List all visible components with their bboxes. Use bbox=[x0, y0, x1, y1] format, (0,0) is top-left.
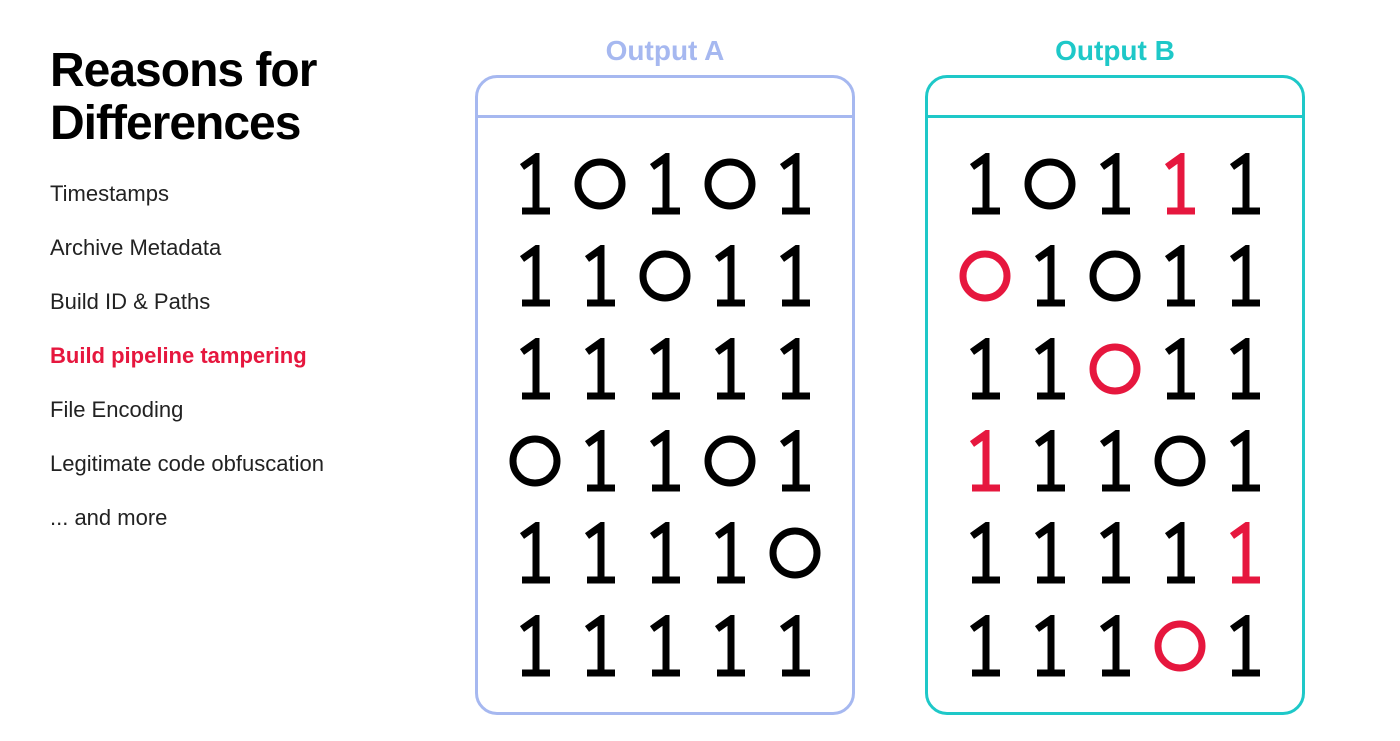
reason-item: Build pipeline tampering bbox=[50, 343, 430, 369]
bit-zero-icon bbox=[701, 425, 759, 497]
bit-one-icon bbox=[1216, 517, 1274, 589]
bit-one-icon bbox=[571, 610, 629, 682]
bit-one-icon bbox=[956, 425, 1014, 497]
bit-one-icon bbox=[506, 333, 564, 405]
bit-zero-icon bbox=[956, 240, 1014, 312]
title-line-2: Differences bbox=[50, 97, 300, 150]
bit-one-icon bbox=[701, 517, 759, 589]
bit-one-icon bbox=[506, 148, 564, 220]
binary-row bbox=[506, 600, 824, 692]
binary-row bbox=[506, 323, 824, 415]
bit-one-icon bbox=[571, 517, 629, 589]
reason-item: Build ID & Paths bbox=[50, 289, 430, 315]
bit-one-icon bbox=[766, 240, 824, 312]
bit-one-icon bbox=[1086, 610, 1144, 682]
bit-one-icon bbox=[1021, 333, 1079, 405]
bit-zero-icon bbox=[506, 425, 564, 497]
bit-one-icon bbox=[766, 148, 824, 220]
output-column: Output A bbox=[475, 35, 855, 715]
bit-one-icon bbox=[636, 610, 694, 682]
output-label: Output A bbox=[606, 35, 725, 67]
left-panel: Reasons for Differences Timestamps Archiv… bbox=[50, 35, 430, 706]
bit-one-icon bbox=[1151, 148, 1209, 220]
bit-one-icon bbox=[1216, 425, 1274, 497]
bit-one-icon bbox=[766, 425, 824, 497]
bit-one-icon bbox=[506, 240, 564, 312]
output-card bbox=[475, 75, 855, 715]
page-title: Reasons for Differences bbox=[50, 45, 430, 151]
bit-one-icon bbox=[766, 610, 824, 682]
bit-one-icon bbox=[1216, 240, 1274, 312]
bit-zero-icon bbox=[636, 240, 694, 312]
binary-grid bbox=[478, 118, 852, 712]
bit-one-icon bbox=[571, 425, 629, 497]
binary-grid bbox=[928, 118, 1302, 712]
binary-row bbox=[506, 138, 824, 230]
reason-item: Timestamps bbox=[50, 181, 430, 207]
binary-row bbox=[956, 600, 1274, 692]
bit-one-icon bbox=[1151, 240, 1209, 312]
bit-zero-icon bbox=[701, 148, 759, 220]
reason-item: Archive Metadata bbox=[50, 235, 430, 261]
outputs-panel: Output A bbox=[430, 35, 1350, 706]
bit-one-icon bbox=[1151, 333, 1209, 405]
bit-zero-icon bbox=[571, 148, 629, 220]
bit-zero-icon bbox=[1151, 425, 1209, 497]
bit-one-icon bbox=[956, 333, 1014, 405]
bit-one-icon bbox=[636, 148, 694, 220]
output-label: Output B bbox=[1055, 35, 1175, 67]
bit-one-icon bbox=[701, 240, 759, 312]
bit-one-icon bbox=[1086, 425, 1144, 497]
bit-one-icon bbox=[1086, 148, 1144, 220]
reason-item: File Encoding bbox=[50, 397, 430, 423]
binary-row bbox=[956, 323, 1274, 415]
reason-item: Legitimate code obfuscation bbox=[50, 451, 430, 477]
output-column: Output B bbox=[925, 35, 1305, 715]
bit-one-icon bbox=[571, 240, 629, 312]
bit-one-icon bbox=[956, 148, 1014, 220]
bit-one-icon bbox=[1021, 425, 1079, 497]
bit-one-icon bbox=[1216, 333, 1274, 405]
bit-one-icon bbox=[1216, 148, 1274, 220]
bit-one-icon bbox=[636, 425, 694, 497]
bit-one-icon bbox=[1086, 517, 1144, 589]
bit-zero-icon bbox=[1151, 610, 1209, 682]
bit-one-icon bbox=[506, 517, 564, 589]
output-card bbox=[925, 75, 1305, 715]
card-header-bar bbox=[928, 78, 1302, 118]
binary-row bbox=[956, 507, 1274, 599]
bit-one-icon bbox=[956, 517, 1014, 589]
bit-zero-icon bbox=[1086, 240, 1144, 312]
bit-one-icon bbox=[506, 610, 564, 682]
bit-zero-icon bbox=[1021, 148, 1079, 220]
binary-row bbox=[956, 230, 1274, 322]
bit-one-icon bbox=[1021, 517, 1079, 589]
bit-one-icon bbox=[1021, 240, 1079, 312]
bit-one-icon bbox=[1021, 610, 1079, 682]
binary-row bbox=[956, 415, 1274, 507]
bit-one-icon bbox=[701, 333, 759, 405]
binary-row bbox=[506, 230, 824, 322]
bit-one-icon bbox=[636, 333, 694, 405]
bit-one-icon bbox=[956, 610, 1014, 682]
binary-row bbox=[956, 138, 1274, 230]
title-line-1: Reasons for bbox=[50, 44, 316, 97]
bit-one-icon bbox=[571, 333, 629, 405]
binary-row bbox=[506, 507, 824, 599]
bit-one-icon bbox=[636, 517, 694, 589]
bit-one-icon bbox=[766, 333, 824, 405]
bit-zero-icon bbox=[1086, 333, 1144, 405]
bit-one-icon bbox=[1216, 610, 1274, 682]
reasons-list: Timestamps Archive Metadata Build ID & Pat… bbox=[50, 181, 430, 531]
card-header-bar bbox=[478, 78, 852, 118]
reason-item: ... and more bbox=[50, 505, 430, 531]
bit-one-icon bbox=[1151, 517, 1209, 589]
bit-zero-icon bbox=[766, 517, 824, 589]
bit-one-icon bbox=[701, 610, 759, 682]
binary-row bbox=[506, 415, 824, 507]
